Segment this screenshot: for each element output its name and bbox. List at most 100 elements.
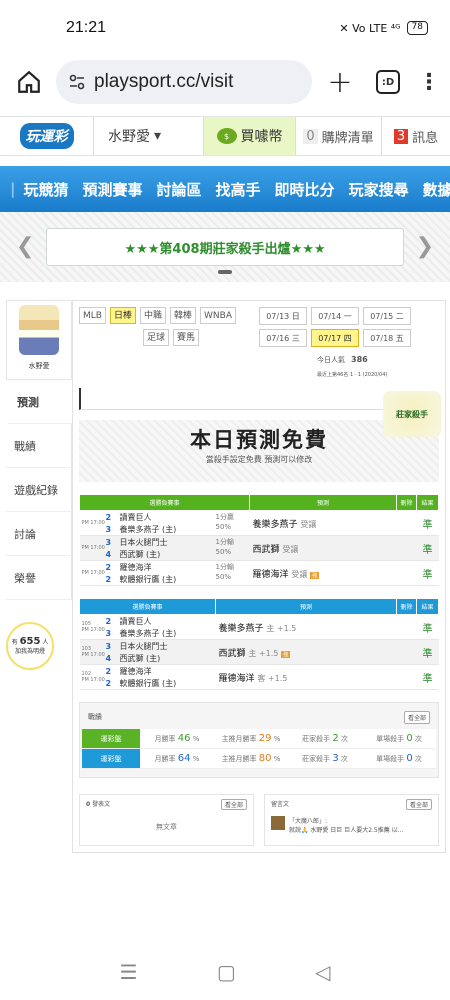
battery-icon: 78 (406, 21, 428, 35)
table-row: PM 17:00 3 日本火腿鬥士 4 西武獅 (主) 1分輸 50% 西武獅 受讓 … (79, 535, 439, 561)
announcement-banner: ❮ ★★★第408期莊家殺手出爐★★★ ❯ (0, 212, 450, 282)
nav-item[interactable]: 找高手 (216, 179, 261, 200)
sidebar-item-game-log[interactable]: 遊戲紀錄 (6, 468, 72, 512)
stats-row: 運彩盤 月勝率 64 % 主推月勝率 80 % 莊家殺手 3 次 單場殺手 0 … (82, 749, 436, 769)
date-chip[interactable]: 07/13 日 (259, 307, 307, 325)
profile-sidebar: 水野愛 預測 戰績 遊戲紀錄 討論 榮譽 有 655 人 加我為明燈 (6, 300, 72, 853)
main-nav: | 玩競猜 預測賽事 討論區 找高手 即時比分 玩家搜尋 數據 (0, 166, 450, 212)
clock: 21:21 (66, 19, 107, 36)
sidebar-item-predict[interactable]: 預測 (6, 380, 72, 424)
follower-count: 655 (19, 636, 41, 648)
empty-posts-text: 無文章 (156, 823, 177, 831)
nav-item[interactable]: 預測賽事 (83, 179, 143, 200)
stats-row: 運彩盤 月勝率 46 % 主推月勝率 29 % 莊家殺手 2 次 單場殺手 0 … (82, 729, 436, 749)
sport-chip[interactable]: MLB (79, 307, 106, 324)
result-accurate: 準 (416, 510, 439, 536)
posts-panel: 0 發表文 看全部 無文章 (79, 794, 254, 846)
prediction-table-1: 選勝負賽事 預測 刪除 結果 PM 17:00 2 讀賣巨人 3 養樂多燕子 (主)… (79, 494, 439, 586)
avatar (271, 816, 285, 830)
sport-chip[interactable]: 賽馬 (173, 328, 200, 346)
profile-card[interactable]: 水野愛 (6, 300, 72, 380)
coin-icon: $ (216, 128, 237, 144)
home-icon[interactable] (12, 65, 46, 99)
tabs-icon[interactable]: :D (376, 70, 400, 94)
delete-cell (396, 510, 417, 536)
nav-item[interactable]: 討論區 (157, 179, 202, 200)
view-all-posts-button[interactable]: 看全部 (220, 799, 247, 810)
home-button-icon[interactable]: ▢ (217, 960, 236, 984)
carousel-indicator (218, 270, 232, 274)
profile-name: 水野愛 (28, 362, 50, 370)
table-row: 102 PM 17:00 2 羅德海洋 2 軟體銀行鷹 (主) 羅德海洋 客 +1.5… (79, 664, 439, 690)
reply-item[interactable]: 「大魔八郎」: 就說🙏 水野愛 日巨 巨人要大2.5推薦 以... (271, 816, 432, 834)
system-nav-bar: ☰ ▢ ◁ (0, 944, 450, 1000)
stats-title: 戰績 (88, 713, 102, 721)
status-bar: 21:21 ✕ Vo LTE ⁴ᴳ 78 (0, 0, 450, 56)
sport-chip[interactable]: WNBA (200, 307, 236, 324)
sidebar-item-discuss[interactable]: 討論 (6, 512, 72, 556)
site-logo[interactable]: 玩運彩 (0, 117, 94, 155)
date-selector: 07/13 日 07/14 一 07/15 二 07/16 三 07/17 四 … (259, 307, 439, 347)
user-dropdown[interactable]: 水野愛 ▾ (94, 117, 204, 155)
recent-apps-icon[interactable]: ☰ (120, 960, 138, 984)
view-all-button[interactable]: 看全部 (403, 710, 430, 724)
site-settings-icon[interactable] (68, 73, 86, 91)
result-accurate: 準 (416, 664, 439, 690)
cart-button[interactable]: 0 購牌清單 (296, 117, 382, 155)
killer-badge: 莊家殺手 (383, 391, 441, 437)
free-subtitle: 當殺手設定免費 預測可以修改 (205, 455, 313, 464)
sport-chip[interactable]: 中職 (139, 307, 166, 324)
nav-item[interactable]: 即時比分 (275, 179, 335, 200)
replies-panel: 留言文 看全部 「大魔八郎」: 就說🙏 水野愛 日巨 巨人要大2.5推薦 以..… (264, 794, 439, 846)
record-stats: 戰績 看全部 運彩盤 月勝率 46 % 主推月勝率 29 % 莊家殺手 2 次 … (79, 702, 439, 778)
message-count: 3 (393, 128, 409, 144)
strong-pick-tag: 強 (310, 571, 320, 579)
date-chip-selected[interactable]: 07/17 四 (311, 329, 359, 347)
url-field[interactable]: playsport.cc/visit (56, 60, 312, 104)
prediction-table-2: 選勝負賽事 預測 刪除 結果 105 PM 17:00 2 讀賣巨人 3 養樂多燕子 … (79, 598, 439, 690)
date-chip[interactable]: 07/18 五 (363, 329, 411, 347)
chevron-right-icon[interactable]: ❯ (416, 234, 434, 259)
caret-down-icon: ▾ (154, 128, 162, 144)
status-icons: ✕ Vo LTE ⁴ᴳ 78 (339, 21, 428, 35)
cart-count: 0 (303, 128, 318, 144)
chevron-left-icon[interactable]: ❮ (16, 234, 34, 259)
follow-lightbulb-button[interactable]: 有 655 人 加我為明燈 (6, 622, 54, 670)
date-chip[interactable]: 07/14 一 (311, 307, 359, 325)
buy-coin-button[interactable]: $ 買噱幣 (204, 117, 296, 155)
table-row: 103 PM 17:00 3 日本火腿鬥士 4 西武獅 (主) 西武獅 主 +1.5 … (79, 639, 439, 665)
popularity: 今日人氣 386 (317, 355, 368, 364)
result-accurate: 準 (416, 614, 439, 640)
result-accurate: 準 (416, 639, 439, 665)
result-accurate: 準 (416, 535, 439, 561)
back-icon[interactable]: ◁ (315, 960, 330, 984)
menu-icon[interactable]: ⋮ (418, 70, 440, 95)
result-accurate: 準 (416, 560, 439, 586)
new-tab-icon[interactable]: + (322, 65, 358, 100)
date-chip[interactable]: 07/15 二 (363, 307, 411, 325)
sport-chip[interactable]: 韓棒 (170, 307, 197, 324)
view-all-replies-button[interactable]: 看全部 (405, 799, 432, 810)
table-row: PM 17:00 2 羅德海洋 2 軟體銀行鷹 (主) 1分輸 50% 羅德海洋 受讓… (79, 560, 439, 586)
sport-chip-selected[interactable]: 日棒 (109, 307, 136, 324)
sidebar-item-record[interactable]: 戰績 (6, 424, 72, 468)
sport-chip[interactable]: 足球 (143, 328, 170, 346)
nav-item[interactable]: 數據 (423, 179, 450, 200)
url-text: playsport.cc/visit (94, 71, 234, 92)
address-bar: playsport.cc/visit + :D ⋮ (0, 56, 450, 108)
table-row: 105 PM 17:00 2 讀賣巨人 3 養樂多燕子 (主) 養樂多燕子 主 +1.… (79, 614, 439, 640)
table-row: PM 17:00 2 讀賣巨人 3 養樂多燕子 (主) 1分贏 50% 養樂多燕子 受… (79, 510, 439, 536)
sidebar-item-honor[interactable]: 榮譽 (6, 556, 72, 600)
nav-item[interactable]: 玩家搜尋 (349, 179, 409, 200)
signal-icons: ✕ Vo LTE ⁴ᴳ (339, 21, 401, 35)
prediction-content: MLB 日棒 中職 韓棒 WNBA 足球 賽馬 07/13 日 07/14 一 … (72, 300, 446, 853)
messages-button[interactable]: 3 訊息 (382, 117, 450, 155)
nav-item[interactable]: 玩競猜 (23, 179, 68, 200)
avatar (19, 305, 59, 355)
rank-text: 最近上第46名 1 · 1 (2020/04) (317, 372, 388, 378)
announcement-text[interactable]: ★★★第408期莊家殺手出爐★★★ (46, 228, 404, 266)
post-count: 0 (86, 801, 91, 808)
site-header: 玩運彩 水野愛 ▾ $ 買噱幣 0 購牌清單 3 訊息 (0, 116, 450, 156)
date-chip[interactable]: 07/16 三 (259, 329, 307, 347)
sport-filter: MLB 日棒 中職 韓棒 WNBA 足球 賽馬 (79, 307, 259, 347)
